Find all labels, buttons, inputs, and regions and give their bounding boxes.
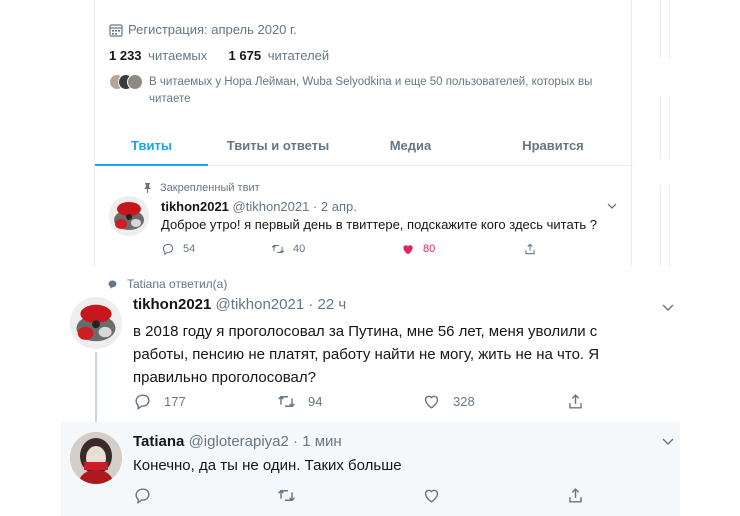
replied-label-text: Tatiana ответил(а): [127, 277, 228, 291]
replied-label: Tatiana ответил(а): [108, 277, 227, 291]
thread-connector: [95, 352, 97, 422]
like-count: 80: [423, 243, 436, 255]
reply-count: 177: [164, 394, 186, 409]
calendar-icon: [109, 23, 123, 37]
like-button[interactable]: 328: [422, 392, 475, 411]
scrollbar-segment: [660, 186, 670, 266]
share-button[interactable]: [566, 392, 585, 411]
tweet-actions: 54 40 80: [161, 242, 581, 260]
following-count: 1 233: [109, 48, 142, 63]
share-button[interactable]: [523, 242, 537, 256]
retweet-button[interactable]: 94: [277, 392, 322, 411]
tweet-text: в 2018 году я проголосовал за Путина, мн…: [133, 323, 600, 386]
avatar: [127, 74, 143, 90]
tweet-header: Tatiana @igloterapiya2 · 1 мин: [133, 433, 342, 450]
share-icon: [569, 488, 582, 503]
profile-tabs: Твиты Твиты и ответы Медиа Нравится: [95, 126, 633, 166]
like-button[interactable]: [422, 486, 441, 505]
avatar[interactable]: [70, 297, 122, 349]
retweet-icon: [278, 489, 295, 502]
retweet-icon: [271, 244, 285, 254]
tweet-text: Доброе утро! я первый день в твиттере, п…: [161, 217, 598, 232]
followers-label: читателей: [267, 48, 330, 63]
pin-icon: [144, 183, 151, 193]
reply-count: 54: [183, 243, 196, 255]
tab-likes[interactable]: Нравится: [473, 126, 633, 165]
reply-button[interactable]: 54: [161, 242, 195, 256]
chevron-down-icon[interactable]: [662, 304, 674, 311]
retweet-button[interactable]: [277, 486, 296, 505]
display-name[interactable]: Tatiana: [133, 433, 184, 450]
join-date: Регистрация: апрель 2020 г.: [109, 22, 297, 37]
followed-by-text: В читаемых у Нора Лейман, Wuba Selyodkin…: [149, 76, 593, 105]
avatar-image: [109, 196, 149, 236]
retweet-button[interactable]: 40: [271, 242, 305, 256]
following-link[interactable]: 1 233 читаемых: [109, 48, 207, 63]
following-label: читаемых: [148, 48, 208, 63]
profile-panel: Регистрация: апрель 2020 г. 1 233 читаем…: [94, 0, 633, 266]
handle-and-time[interactable]: @tikhon2021 · 22 ч: [216, 296, 347, 313]
avatar-image: [70, 432, 122, 484]
scrollbar-segment: [660, 0, 670, 58]
display-name[interactable]: tikhon2021: [161, 199, 229, 214]
tweet-text: Конечно, да ты не один. Таких больше: [133, 457, 402, 474]
share-icon: [569, 394, 582, 409]
avatar[interactable]: [109, 196, 149, 236]
heart-icon: [403, 245, 413, 255]
retweet-count: 40: [293, 243, 306, 255]
followers-link[interactable]: 1 675 читателей: [229, 48, 330, 63]
followed-by[interactable]: В читаемых у Нора Лейман, Wuba Selyodkin…: [109, 74, 609, 108]
reply-icon: [135, 488, 150, 505]
display-name[interactable]: tikhon2021: [133, 296, 211, 313]
pinned-label: Закрепленный твит: [143, 182, 260, 194]
retweet-icon: [278, 395, 295, 408]
reply-icon: [135, 394, 150, 411]
heart-icon: [424, 489, 439, 503]
tweet-actions: 177 94 328: [133, 392, 603, 412]
tweet-actions: [133, 486, 603, 506]
handle-and-time[interactable]: @tikhon2021 · 2 апр.: [233, 199, 357, 214]
chevron-down-icon[interactable]: [607, 203, 617, 209]
avatar[interactable]: [70, 432, 122, 484]
reply-button[interactable]: [133, 486, 152, 505]
tweet-header: tikhon2021 @tikhon2021 · 2 апр.: [161, 199, 357, 214]
tweet-header: tikhon2021 @tikhon2021 · 22 ч: [133, 296, 346, 313]
followers-count: 1 675: [228, 48, 262, 63]
join-date-text: Регистрация: апрель 2020 г.: [128, 22, 297, 37]
share-button[interactable]: [566, 486, 585, 505]
reply-button[interactable]: 177: [133, 392, 186, 411]
tab-tweets-and-replies[interactable]: Твиты и ответы: [208, 126, 348, 165]
retweet-count: 94: [308, 394, 323, 409]
scrollbar[interactable]: [660, 0, 670, 266]
chevron-down-icon[interactable]: [662, 438, 674, 445]
pinned-label-text: Закрепленный твит: [160, 182, 260, 194]
heart-icon: [424, 395, 439, 409]
follower-avatars: [109, 74, 147, 92]
like-button[interactable]: 80: [401, 242, 435, 256]
speech-bubble-icon: [108, 280, 117, 289]
avatar-image: [70, 297, 122, 349]
follow-counts: 1 233 читаемых 1 675 читателей: [109, 48, 329, 63]
scrollbar-segment: [660, 96, 670, 158]
tab-media[interactable]: Медиа: [348, 126, 473, 165]
handle-and-time[interactable]: @igloterapiya2 · 1 мин: [189, 433, 342, 450]
like-count: 328: [453, 394, 475, 409]
tab-tweets[interactable]: Твиты: [95, 126, 208, 166]
share-icon: [525, 243, 535, 255]
reply-icon: [162, 243, 174, 256]
